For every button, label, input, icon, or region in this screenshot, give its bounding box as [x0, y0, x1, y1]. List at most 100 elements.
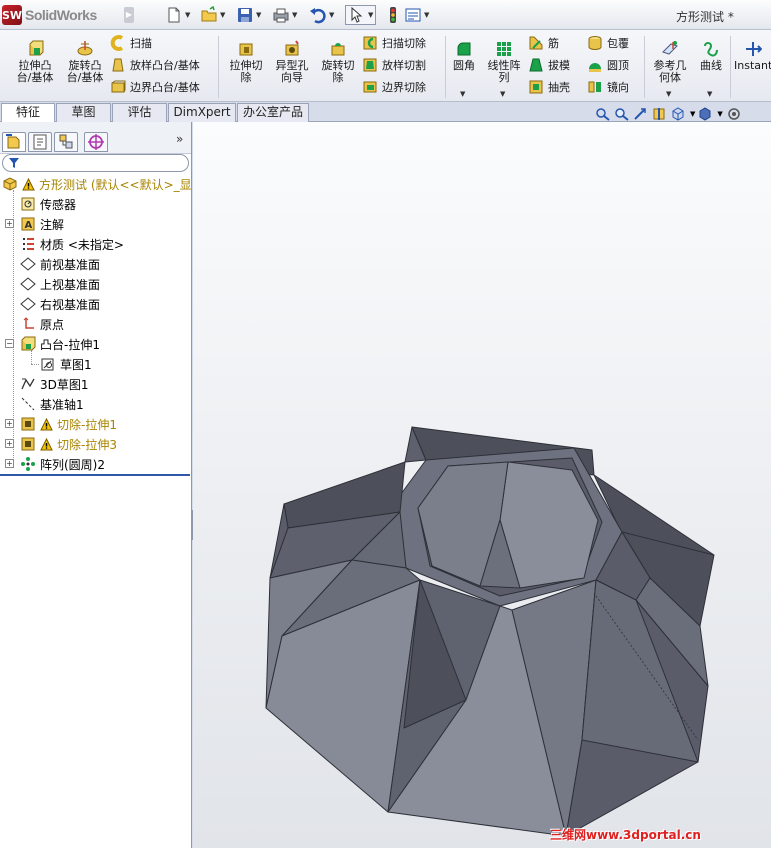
chevron-down-icon[interactable]: ▼ [424, 11, 429, 19]
zoom-to-area-icon[interactable] [614, 107, 630, 121]
tree-item-circular-pattern2[interactable]: + 阵列(圆周)2 [5, 454, 105, 474]
tree-item-material[interactable]: 材质 <未指定> [20, 234, 124, 254]
zoom-to-fit-icon[interactable] [595, 107, 611, 121]
tree-item-label: 右视基准面 [40, 297, 101, 312]
tree-item-sensors[interactable]: 传感器 [20, 194, 76, 214]
tab-dimxpert[interactable]: DimXpert [168, 103, 236, 122]
swept-cut-button[interactable]: 扫描切除 [362, 34, 426, 52]
chevron-down-icon[interactable]: ▼ [707, 90, 712, 98]
tree-item-annotations[interactable]: + A 注解 [5, 214, 64, 234]
chevron-down-icon[interactable]: ▼ [329, 11, 334, 19]
hide-show-items-icon[interactable] [726, 107, 742, 121]
swept-cut-label: 扫描切除 [382, 37, 426, 50]
sweep-button[interactable]: 扫描 [110, 34, 152, 52]
save-button[interactable]: ▼ [236, 5, 261, 25]
revolve-boss-button[interactable]: 旋转凸 台/基体 [62, 40, 108, 84]
tree-item-top-plane[interactable]: 上视基准面 [20, 274, 100, 294]
rib-button[interactable]: 筋 [528, 34, 559, 52]
chevron-down-icon[interactable]: ▼ [666, 90, 671, 98]
open-button[interactable]: ▼ [200, 5, 225, 25]
curves-button[interactable]: 曲线 [697, 40, 725, 72]
rib-icon [529, 36, 543, 50]
chevron-down-icon[interactable]: ▼ [717, 110, 722, 118]
property-manager-tab[interactable] [28, 132, 52, 152]
boundary-boss-label: 边界凸台/基体 [130, 81, 200, 94]
mirror-label: 镜向 [607, 81, 629, 94]
collapse-toggle[interactable]: − [5, 339, 14, 348]
tree-root-label: 方形测试 (默认<<默认>_显 [39, 177, 192, 192]
tab-office-products[interactable]: 办公室产品 [237, 103, 309, 122]
tree-item-sketch1[interactable]: 草图1 [40, 354, 92, 374]
expand-toggle[interactable]: + [5, 459, 14, 468]
tab-evaluate[interactable]: 评估 [112, 103, 167, 122]
extrude-boss-button[interactable]: 拉伸凸 台/基体 [12, 40, 58, 84]
warning-icon [40, 437, 53, 450]
solidworks-logo[interactable]: SW SolidWorks [2, 4, 122, 26]
tab-sketch[interactable]: 草图 [56, 103, 111, 122]
tree-item-axis1[interactable]: 基准轴1 [20, 394, 84, 414]
view-orientation-icon[interactable] [671, 107, 687, 121]
expand-toggle[interactable]: + [5, 219, 14, 228]
options-button[interactable]: ▼ [404, 5, 429, 25]
reference-geometry-button[interactable]: 参考几 何体 [648, 40, 692, 84]
draft-button[interactable]: 拔模 [528, 56, 570, 74]
new-document-button[interactable]: ▼ [165, 5, 190, 25]
undo-button[interactable]: ▼ [309, 5, 334, 25]
hole-wizard-button[interactable]: 异型孔 向导 [270, 40, 314, 84]
section-view-icon[interactable] [652, 107, 668, 121]
configuration-manager-tab[interactable] [54, 132, 78, 152]
graphics-area[interactable] [193, 122, 771, 848]
dome-icon [589, 63, 601, 72]
select-button[interactable]: ▼ [345, 5, 377, 25]
dimxpert-manager-tab[interactable] [84, 132, 108, 152]
chevron-down-icon[interactable]: ▼ [220, 11, 225, 19]
rollback-bar[interactable] [0, 474, 190, 476]
chevron-down-icon[interactable]: ▼ [185, 11, 190, 19]
boundary-boss-button[interactable]: 边界凸台/基体 [110, 78, 200, 96]
boundary-cut-button[interactable]: 边界切除 [362, 78, 426, 96]
tree-item-cut-extrude3[interactable]: + 切除-拉伸3 [5, 434, 117, 454]
tree-item-origin[interactable]: 原点 [20, 314, 64, 334]
feature-filter-input[interactable] [2, 154, 189, 172]
tree-item-3d-sketch1[interactable]: 3D草图1 [20, 374, 89, 394]
wrap-label: 包覆 [607, 37, 629, 50]
wrap-button[interactable]: 包覆 [587, 34, 629, 52]
expand-toggle[interactable]: + [5, 439, 14, 448]
display-style-icon[interactable] [698, 107, 714, 121]
linear-pattern-button[interactable]: 线性阵 列 [484, 40, 524, 84]
loft-boss-button[interactable]: 放样凸台/基体 [110, 56, 200, 74]
3d-model-view[interactable] [193, 122, 771, 848]
warning-icon [40, 417, 53, 430]
property-manager-icon [33, 134, 47, 150]
tab-features[interactable]: 特征 [1, 103, 55, 123]
chevron-down-icon[interactable]: ▼ [368, 11, 373, 19]
fillet-button[interactable]: 圆角 [450, 40, 478, 72]
chevron-down-icon[interactable]: ▼ [500, 90, 505, 98]
lofted-cut-button[interactable]: 放样切割 [362, 56, 426, 74]
print-button[interactable]: ▼ [272, 5, 297, 25]
chevron-down-icon[interactable]: ▼ [256, 11, 261, 19]
tree-item-boss-extrude1[interactable]: − 凸台-拉伸1 [5, 334, 100, 354]
rebuild-button[interactable] [384, 5, 402, 25]
tree-item-right-plane[interactable]: 右视基准面 [20, 294, 100, 314]
chevron-down-icon[interactable]: ▼ [690, 110, 695, 118]
previous-view-icon[interactable] [633, 107, 649, 121]
tree-item-front-plane[interactable]: 前视基准面 [20, 254, 100, 274]
expand-panel-button[interactable]: » [176, 132, 183, 146]
menu-expand-arrow[interactable]: ▶ [124, 7, 134, 23]
revolve-cut-button[interactable]: 旋转切 除 [316, 40, 360, 84]
tree-item-cut-extrude1[interactable]: + 切除-拉伸1 [5, 414, 117, 434]
mirror-button[interactable]: 镜向 [587, 78, 629, 96]
revolve-cut-label: 旋转切 除 [321, 59, 355, 84]
expand-toggle[interactable]: + [5, 419, 14, 428]
extrude-cut-button[interactable]: 拉伸切 除 [224, 40, 268, 84]
dome-button[interactable]: 圆顶 [587, 56, 629, 74]
shell-button[interactable]: 抽壳 [528, 78, 570, 96]
chevron-down-icon[interactable]: ▼ [460, 90, 465, 98]
plane-icon [20, 257, 36, 271]
instant3d-button[interactable]: Instant [734, 40, 771, 72]
feature-manager-tab[interactable] [2, 132, 26, 152]
warning-icon [22, 177, 35, 190]
tree-root-part[interactable]: 方形测试 (默认<<默认>_显 [2, 174, 192, 194]
chevron-down-icon[interactable]: ▼ [292, 11, 297, 19]
